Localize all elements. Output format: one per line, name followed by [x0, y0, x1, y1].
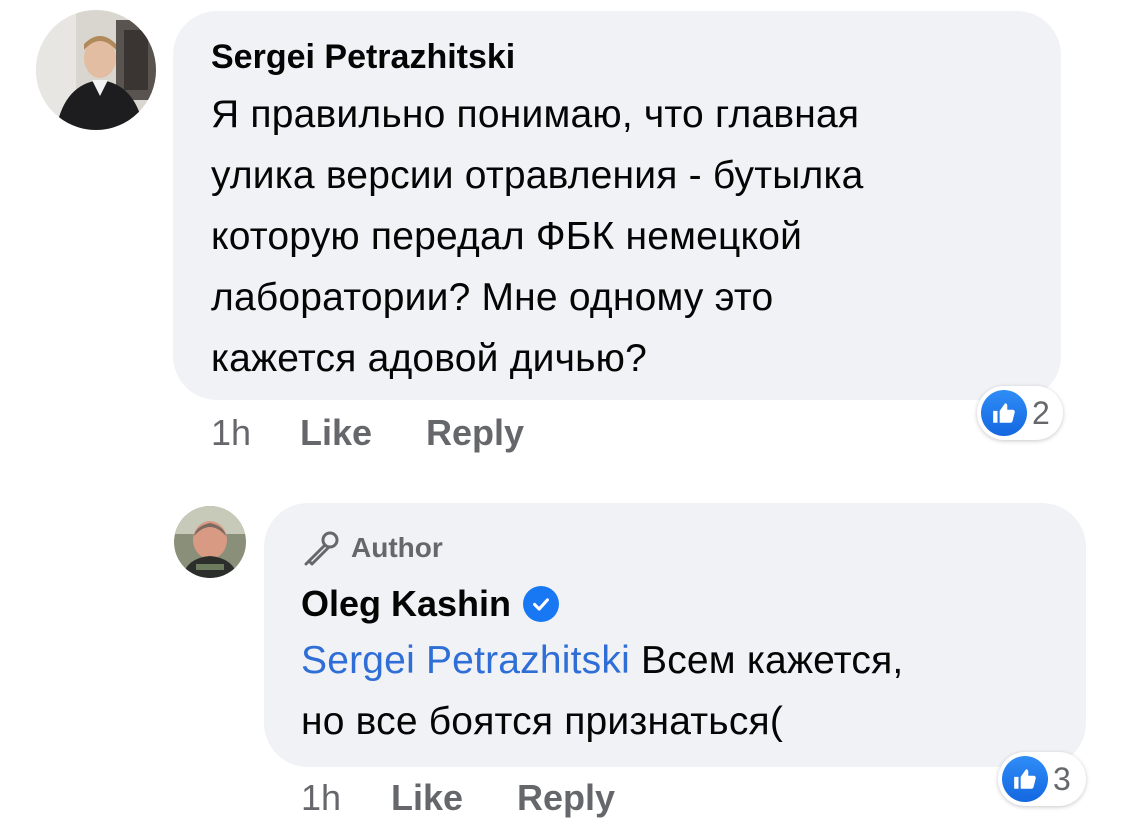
- like-icon: [981, 390, 1027, 436]
- mention-link[interactable]: Sergei Petrazhitski: [301, 639, 630, 682]
- comment-text-line: Я правильно понимаю, что главная: [211, 93, 860, 136]
- author-badge: Author: [303, 530, 443, 566]
- comment-timestamp[interactable]: 1h: [211, 412, 251, 454]
- reply-timestamp[interactable]: 1h: [301, 777, 341, 819]
- reply-author-name[interactable]: Oleg Kashin: [301, 583, 511, 625]
- reply-text: Sergei Petrazhitski Всем кажется, но все…: [301, 630, 903, 752]
- microphone-icon: [304, 531, 339, 566]
- comment-text-line: которую передал ФБК немецкой: [211, 215, 803, 258]
- avatar[interactable]: [36, 10, 156, 130]
- reaction-count: 2: [1032, 394, 1050, 431]
- reply-text-line: но все боятся признаться(: [301, 700, 784, 743]
- comment-text: Я правильно понимаю, что главная улика в…: [211, 84, 863, 389]
- comment-author-name[interactable]: Sergei Petrazhitski: [211, 38, 515, 77]
- reaction-count: 3: [1053, 760, 1071, 797]
- comment-text-line: кажется адовой дичью?: [211, 337, 648, 380]
- author-badge-label: Author: [351, 532, 443, 563]
- reaction-summary[interactable]: 3: [998, 752, 1086, 806]
- like-icon: [1002, 756, 1048, 802]
- reply-text-line: Sergei Petrazhitski Всем кажется,: [301, 630, 903, 691]
- reply-author-row: Oleg Kashin: [301, 583, 560, 625]
- like-button[interactable]: Like: [300, 412, 372, 454]
- comment-text-line: лаборатории? Мне одному это: [211, 276, 774, 319]
- reaction-summary[interactable]: 2: [977, 386, 1063, 440]
- reply-button[interactable]: Reply: [426, 412, 524, 454]
- avatar[interactable]: [174, 506, 246, 578]
- verified-badge-icon: [523, 586, 560, 622]
- comment-text-line: улика версии отравления - бутылка: [211, 154, 864, 197]
- like-button[interactable]: Like: [391, 777, 463, 819]
- reply-text-fragment: Всем кажется,: [641, 639, 904, 682]
- comment-thread: Sergei Petrazhitski Я правильно понимаю,…: [0, 0, 1125, 831]
- reply-button[interactable]: Reply: [517, 777, 615, 819]
